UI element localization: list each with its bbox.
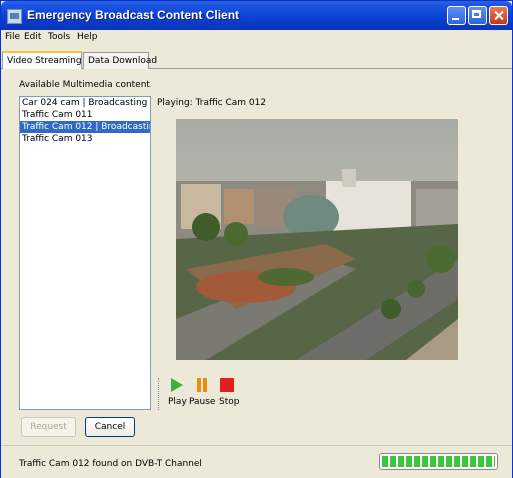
maximize-button[interactable] [468, 6, 487, 25]
app-icon [7, 9, 22, 24]
list-item[interactable]: Traffic Cam 011 [20, 109, 150, 121]
content-list[interactable]: Car 024 cam | Broadcasting Traffic Cam 0… [19, 96, 151, 410]
close-button[interactable] [489, 6, 508, 25]
available-content-label: Available Multimedia content [19, 80, 150, 90]
list-item[interactable]: Car 024 cam | Broadcasting [20, 97, 150, 109]
menu-help[interactable]: Help [77, 32, 98, 42]
video-frame [176, 119, 458, 360]
menu-bar: File Edit Tools Help [1, 30, 512, 45]
request-button[interactable]: Request [21, 417, 76, 437]
stop-label[interactable]: Stop [219, 397, 239, 407]
play-label[interactable]: Play [168, 397, 187, 407]
window-title: Emergency Broadcast Content Client [27, 8, 240, 22]
tab-video-streaming[interactable]: Video Streaming [2, 51, 82, 69]
menu-file[interactable]: File [5, 32, 20, 42]
progress-fill [382, 456, 495, 467]
traffic-cam-image [176, 119, 458, 360]
app-window: Emergency Broadcast Content Client File … [0, 0, 513, 478]
status-text: Traffic Cam 012 found on DVB-T Channel [19, 459, 202, 469]
minimize-button[interactable] [447, 6, 466, 25]
title-bar[interactable]: Emergency Broadcast Content Client [1, 1, 512, 30]
list-item[interactable]: Traffic Cam 013 [20, 133, 150, 145]
now-playing-label: Playing: Traffic Cam 012 [157, 98, 267, 108]
controls-separator [158, 378, 159, 410]
pause-icon[interactable] [195, 378, 209, 392]
progress-bar [379, 453, 498, 470]
menu-tools[interactable]: Tools [48, 32, 70, 42]
play-icon[interactable] [170, 378, 184, 392]
pause-label[interactable]: Pause [189, 397, 215, 407]
stop-icon[interactable] [220, 378, 234, 392]
tab-data-download[interactable]: Data Download [83, 52, 157, 69]
list-item-selected[interactable]: Traffic Cam 012 | Broadcasting [20, 121, 150, 133]
menu-edit[interactable]: Edit [24, 32, 41, 42]
cancel-button[interactable]: Cancel [85, 417, 135, 437]
